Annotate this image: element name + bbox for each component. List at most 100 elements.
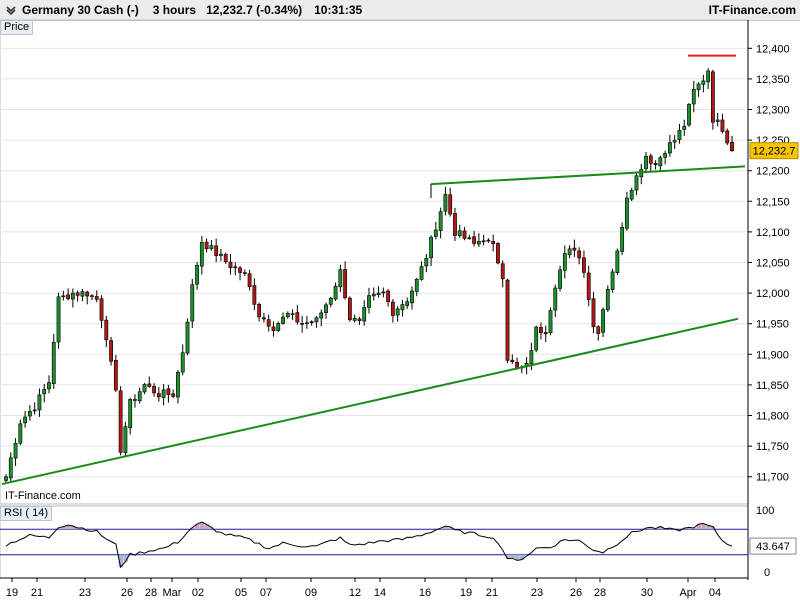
candle-body: [567, 248, 572, 256]
candle-body: [419, 266, 424, 280]
candle-body: [285, 312, 290, 318]
candle-body: [701, 80, 706, 85]
candle-body: [481, 240, 486, 243]
y-tick-label: 12,300: [756, 105, 790, 117]
candle-body: [362, 307, 367, 322]
candle-body: [467, 237, 472, 240]
candle-body: [500, 263, 505, 280]
candle-body: [677, 130, 682, 140]
candle-body: [429, 236, 433, 259]
y-tick-label: 11,800: [756, 411, 789, 423]
price-panel-tag: Price: [0, 20, 34, 35]
candle-body: [367, 295, 371, 308]
upper-trendline: [430, 165, 746, 186]
y-tick-label: 11,950: [756, 319, 789, 331]
x-tick-label: 30: [641, 587, 653, 599]
candle-body: [109, 340, 113, 362]
candle-body: [591, 298, 596, 328]
candle-body: [548, 310, 553, 334]
candle-body: [176, 371, 180, 398]
candle-body: [629, 189, 634, 200]
candle-body: [515, 362, 519, 369]
y-tick-label: 12,150: [756, 196, 790, 208]
candle-body: [70, 292, 75, 300]
candle-body: [486, 239, 491, 242]
candle-body: [424, 258, 429, 267]
candle-body: [572, 247, 577, 251]
candle-body: [601, 309, 605, 333]
candle-body: [123, 426, 128, 453]
candle-body: [252, 285, 257, 305]
candle-body: [691, 88, 696, 105]
candle-body: [276, 323, 281, 331]
candle-body: [32, 409, 37, 412]
candle-body: [462, 230, 467, 239]
candle-body: [710, 71, 715, 123]
x-tick-label: 16: [419, 587, 431, 599]
y-tick-label: 11,700: [756, 472, 789, 484]
y-tick-label: 12,100: [756, 227, 790, 239]
candle-body: [147, 383, 152, 387]
candle-body: [195, 265, 199, 285]
candle-body: [663, 153, 668, 158]
x-tick-label: 05: [235, 587, 247, 599]
candle-body: [390, 301, 395, 316]
candle-body: [539, 327, 543, 333]
rsi-last-value-label: 43.647: [756, 541, 790, 553]
candle-body: [56, 296, 61, 343]
x-tick-label: Apr: [679, 587, 696, 599]
candle-body: [204, 241, 209, 250]
candle-body: [381, 291, 386, 294]
candle-body: [238, 267, 242, 273]
candle-body: [295, 312, 300, 323]
candle-body: [338, 269, 343, 288]
x-tick-label: 02: [192, 587, 204, 599]
candle-body: [343, 269, 348, 299]
candle-body: [219, 253, 223, 256]
candle-body: [725, 130, 730, 144]
candle-body: [352, 318, 357, 321]
x-tick-label: 23: [531, 587, 543, 599]
x-tick-label: 19: [460, 587, 472, 599]
candle-body: [4, 476, 8, 481]
candle-body: [433, 229, 438, 237]
candle-body: [171, 393, 176, 397]
candle-body: [13, 442, 18, 459]
x-tick-label: 28: [594, 587, 606, 599]
candle-body: [615, 250, 620, 274]
y-tick-label: 11,750: [756, 441, 789, 453]
candle-body: [476, 241, 481, 245]
candle-body: [577, 250, 582, 259]
candle-body: [405, 301, 410, 306]
x-tick-label: 19: [6, 587, 18, 599]
candle-body: [47, 382, 51, 390]
candle-body: [347, 297, 352, 320]
candle-body: [18, 423, 23, 444]
candle-body: [668, 142, 672, 154]
rsi-panel: 100 0 43.647: [0, 505, 797, 579]
y-tick-label: 12,400: [756, 43, 790, 55]
candle-body: [386, 290, 391, 303]
date-axis: 19 21 23 26 28 Mar 02 05 07 09 12 14 16 19 21 23 26 28 30 A…: [0, 577, 748, 599]
candle-body: [223, 254, 228, 263]
candle-body: [720, 119, 725, 132]
candle-body: [271, 326, 276, 331]
candle-body: [682, 125, 687, 130]
candle-body: [305, 322, 309, 325]
candle-body: [687, 103, 691, 126]
candle-body: [644, 155, 648, 169]
candle-body: [94, 296, 99, 300]
candle-body: [596, 326, 601, 334]
candle-body: [99, 298, 104, 321]
candle-body: [715, 119, 720, 122]
rsi-panel-tag: RSI ( 14): [0, 506, 53, 521]
y-tick-label: 12,000: [756, 288, 790, 300]
candle-body: [228, 261, 233, 269]
candle-body: [233, 266, 238, 269]
y-tick-label: 12,050: [756, 258, 790, 270]
candle-body: [534, 326, 539, 351]
y-tick-label: 11,900: [756, 349, 789, 361]
chart-canvas: 12,40012,35012,30012,25012,20012,15012,1…: [0, 19, 799, 599]
candle-body: [42, 388, 47, 395]
candle-body: [672, 140, 677, 143]
